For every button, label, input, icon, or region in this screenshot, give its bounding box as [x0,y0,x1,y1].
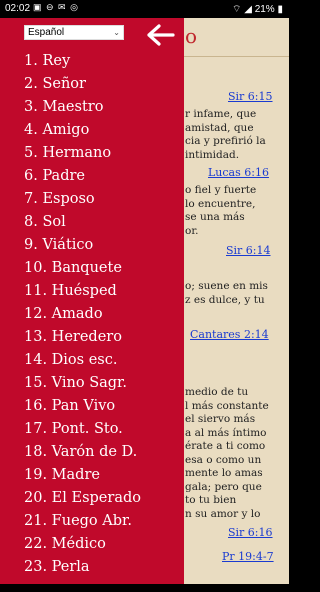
para-line: gala; pero que [185,480,262,493]
wifi-icon: ⌔ [232,4,242,15]
paragraph: o; suene en mis z es dulce, y tu [185,280,281,307]
menu-item[interactable]: 3. Maestro [24,99,103,115]
paragraph: r infame, que amistad, que cia y prefiri… [185,108,281,162]
menu-item[interactable]: 10. Banquete [24,260,122,276]
para-line: l más constante [185,399,269,412]
para-line: se una más [185,211,245,223]
battery-level: 21% [254,4,275,15]
paragraph: medio de tu l más constante el siervo má… [185,386,281,521]
menu-item[interactable]: 13. Heredero [24,329,122,345]
paragraph: o fiel y fuerte lo encuentre, se una más… [185,184,281,238]
para-line: n su amor y lo [185,507,261,520]
chevron-down-icon: ⌄ [113,28,120,37]
para-line: cia y prefirió la [185,135,266,147]
menu-item[interactable]: 17. Pont. Sto. [24,421,123,437]
menu-item[interactable]: 15. Vino Sagr. [24,375,127,391]
signal-icon: ◢ [244,4,252,15]
menu-item[interactable]: 16. Pan Vivo [24,398,115,414]
menu-item[interactable]: 12. Amado [24,306,103,322]
menu-item[interactable]: 18. Varón de D. [24,444,137,460]
menu-item[interactable]: 23. Perla [24,559,90,575]
menu-item[interactable]: 11. Huésped [24,283,117,299]
status-right: ⌔ ◢ 21% ▮ [232,3,283,16]
para-line: esa o como un [185,453,262,466]
menu-item[interactable]: 5. Hermano [24,145,111,161]
menu-item[interactable]: 19. Madre [24,467,100,483]
para-line: lo encuentre, [185,197,256,210]
divider [180,56,289,57]
para-line: o fiel y fuerte [185,184,257,196]
page-title-fragment: o [185,24,198,48]
para-line: amistad, que [185,121,254,134]
para-line: el siervo más [185,413,256,425]
ref-link[interactable]: Sir 6:14 [226,244,271,257]
para-line: mente lo amas [185,467,263,479]
battery-icon: ▮ [277,4,283,15]
para-line: to tu bien [185,494,237,506]
status-time: 02:02 [5,3,31,14]
back-arrow-icon[interactable] [147,24,177,46]
menu-item[interactable]: 7. Esposo [24,191,95,207]
para-line: or. [185,224,199,237]
notification-icons: ▣ ⊖ ✉ ◎ [33,2,79,12]
para-line: r infame, que [185,108,257,120]
ref-link[interactable]: Lucas 6:16 [208,166,269,179]
para-line: a al más íntimo [185,426,267,439]
menu-item[interactable]: 21. Fuego Abr. [24,513,132,529]
para-line: intimidad. [185,148,240,161]
menu-item[interactable]: 22. Médico [24,536,106,552]
language-value: Español [28,27,65,38]
status-bar: 02:02 ▣ ⊖ ✉ ◎ ⌔ ◢ 21% ▮ [0,0,289,18]
para-line: z es dulce, y tu [185,293,265,306]
ref-link[interactable]: Cantares 2:14 [190,328,269,341]
ref-link[interactable]: Pr 19:4-7 [222,550,274,563]
para-line: o; suene en mis [185,280,268,292]
menu-item[interactable]: 8. Sol [24,214,66,230]
navigation-drawer: Español ⌄ 1. Rey 2. Señor 3. Maestro 4. … [0,18,184,584]
ref-link[interactable]: Sir 6:15 [228,90,273,103]
menu-item[interactable]: 14. Dios esc. [24,352,117,368]
menu-item[interactable]: 9. Viático [24,237,93,253]
language-select[interactable]: Español ⌄ [24,25,124,40]
para-line: érate a ti como [185,440,266,452]
menu-item[interactable]: 6. Padre [24,168,85,184]
ref-link[interactable]: Sir 6:16 [228,526,273,539]
system-nav-bar [0,584,289,592]
menu-item[interactable]: 2. Señor [24,76,86,92]
menu-item[interactable]: 20. El Esperado [24,490,141,506]
menu-item[interactable]: 1. Rey [24,53,70,69]
menu-item[interactable]: 4. Amigo [24,122,89,138]
para-line: medio de tu [185,386,249,398]
